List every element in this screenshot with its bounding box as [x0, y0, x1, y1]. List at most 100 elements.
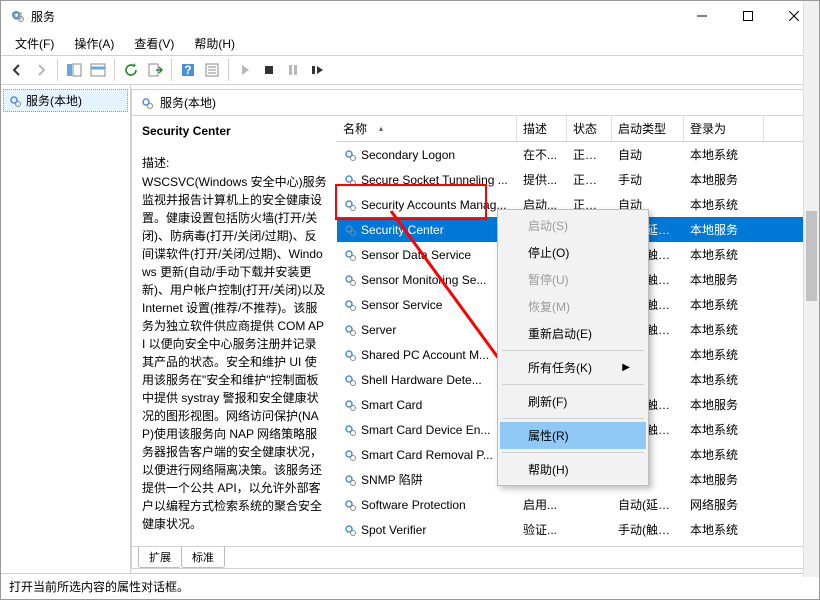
- cell-start: 手动: [612, 167, 684, 192]
- menu-help[interactable]: 帮助(H): [184, 32, 245, 55]
- nav-forward-button[interactable]: [29, 58, 53, 82]
- service-row[interactable]: Software Protection启用...自动(延迟...网络服务: [337, 492, 814, 517]
- tree-root-item[interactable]: 服务(本地): [3, 89, 128, 112]
- cell-logon: 本地系统: [684, 142, 764, 167]
- cell-name: Shell Hardware Dete...: [337, 369, 517, 391]
- svc-start-button[interactable]: [233, 58, 257, 82]
- ctx-stop[interactable]: 停止(O): [500, 239, 646, 266]
- submenu-arrow-icon: ▶: [622, 362, 630, 373]
- gear-icon: [343, 223, 357, 237]
- ctx-resume[interactable]: 恢复(M): [500, 293, 646, 320]
- refresh-button[interactable]: [119, 58, 143, 82]
- cell-logon: 本地系统: [684, 367, 764, 392]
- ctx-help[interactable]: 帮助(H): [500, 456, 646, 483]
- svc-restart-button[interactable]: [305, 58, 329, 82]
- gear-icon: [343, 148, 357, 162]
- statusbar-text: 打开当前所选内容的属性对话框。: [9, 578, 189, 595]
- maximize-button[interactable]: [725, 1, 771, 31]
- cell-logon: 本地服务: [684, 267, 764, 292]
- cell-name: Smart Card Removal P...: [337, 444, 517, 466]
- menu-file[interactable]: 文件(F): [5, 32, 64, 55]
- vertical-scrollbar[interactable]: [803, 1, 819, 577]
- gear-icon: [343, 423, 357, 437]
- show-hide-tree-button[interactable]: [62, 58, 86, 82]
- ctx-all-tasks[interactable]: 所有任务(K)▶: [500, 354, 646, 381]
- col-header-name[interactable]: 名称▴: [337, 116, 517, 141]
- menu-view[interactable]: 查看(V): [124, 32, 184, 55]
- service-row[interactable]: Secure Socket Tunneling ...提供...正在...手动本…: [337, 167, 814, 192]
- gear-icon: [8, 94, 22, 108]
- gear-icon: [343, 448, 357, 462]
- col-header-status[interactable]: 状态: [567, 116, 612, 141]
- cell-name: Sensor Service: [337, 294, 517, 316]
- gear-icon: [343, 498, 357, 512]
- service-row[interactable]: Secondary Logon在不...正在...自动本地系统: [337, 142, 814, 167]
- col-header-start[interactable]: 启动类型: [612, 116, 684, 141]
- cell-start: 手动(触发...: [612, 517, 684, 542]
- cell-desc: 启用...: [517, 492, 567, 517]
- ctx-start[interactable]: 启动(S): [500, 212, 646, 239]
- cell-logon: 本地系统: [684, 317, 764, 342]
- minimize-button[interactable]: [679, 1, 725, 31]
- cell-name: Smart Card: [337, 394, 517, 416]
- cell-name: Security Accounts Manag...: [337, 194, 517, 216]
- cell-logon: 本地系统: [684, 292, 764, 317]
- cell-desc: 当发...: [517, 542, 567, 546]
- cell-desc: 在不...: [517, 142, 567, 167]
- description-panel: Security Center 描述: WSCSVC(Windows 安全中心)…: [132, 116, 337, 546]
- right-pane-header: 服务(本地): [132, 90, 814, 116]
- right-pane-title: 服务(本地): [160, 94, 216, 111]
- cell-logon: 本地服务: [684, 542, 764, 546]
- tab-standard[interactable]: 标准: [181, 547, 225, 568]
- nav-back-button[interactable]: [5, 58, 29, 82]
- menu-action[interactable]: 操作(A): [64, 32, 124, 55]
- cell-desc: 提供...: [517, 167, 567, 192]
- gear-icon: [343, 298, 357, 312]
- cell-name: Security Center: [337, 219, 517, 241]
- cell-name: Spot Verifier: [337, 519, 517, 541]
- col-header-logon[interactable]: 登录为: [684, 116, 764, 141]
- help-button[interactable]: ?: [176, 58, 200, 82]
- scrollbar-thumb[interactable]: [806, 211, 817, 301]
- cell-logon: 本地服务: [684, 217, 764, 242]
- ctx-restart[interactable]: 重新启动(E): [500, 320, 646, 347]
- show-hide-action-button[interactable]: [86, 58, 110, 82]
- right-pane: 服务(本地) Security Center 描述: WSCSVC(Window…: [131, 89, 815, 569]
- menu-separator: [502, 418, 644, 419]
- gear-icon: [343, 248, 357, 262]
- cell-logon: 本地系统: [684, 442, 764, 467]
- service-row[interactable]: Spot Verifier验证...手动(触发...本地系统: [337, 517, 814, 542]
- gear-icon: [343, 398, 357, 412]
- ctx-pause[interactable]: 暂停(U): [500, 266, 646, 293]
- export-button[interactable]: [143, 58, 167, 82]
- ctx-properties[interactable]: 属性(R): [500, 422, 646, 449]
- svc-stop-button[interactable]: [257, 58, 281, 82]
- statusbar: 打开当前所选内容的属性对话框。: [1, 573, 819, 599]
- cell-logon: 本地系统: [684, 342, 764, 367]
- toolbar-separator: [57, 59, 58, 81]
- cell-name: SSDP Discovery: [337, 544, 517, 547]
- svc-pause-button[interactable]: [281, 58, 305, 82]
- menu-separator: [502, 350, 644, 351]
- service-row[interactable]: SSDP Discovery当发...正在...手动本地服务: [337, 542, 814, 546]
- menu-separator: [502, 452, 644, 453]
- cell-logon: 本地系统: [684, 192, 764, 217]
- gear-icon: [343, 198, 357, 212]
- gear-icon: [343, 473, 357, 487]
- gear-icon: [140, 96, 154, 110]
- app-icon: [9, 8, 25, 24]
- sort-asc-icon: ▴: [379, 124, 383, 133]
- col-header-desc[interactable]: 描述: [517, 116, 567, 141]
- menu-separator: [502, 384, 644, 385]
- cell-logon: 本地系统: [684, 417, 764, 442]
- window-title: 服务: [31, 8, 679, 25]
- toolbar: ?: [1, 55, 819, 85]
- context-menu: 启动(S) 停止(O) 暂停(U) 恢复(M) 重新启动(E) 所有任务(K)▶…: [497, 209, 649, 486]
- main-area: 服务(本地) 服务(本地) Security Center 描述: WSCSVC…: [1, 85, 819, 573]
- cell-name: Secure Socket Tunneling ...: [337, 169, 517, 191]
- ctx-refresh[interactable]: 刷新(F): [500, 388, 646, 415]
- properties-button[interactable]: [200, 58, 224, 82]
- menubar: 文件(F) 操作(A) 查看(V) 帮助(H): [1, 31, 819, 55]
- tab-extended[interactable]: 扩展: [138, 547, 181, 568]
- gear-icon: [343, 273, 357, 287]
